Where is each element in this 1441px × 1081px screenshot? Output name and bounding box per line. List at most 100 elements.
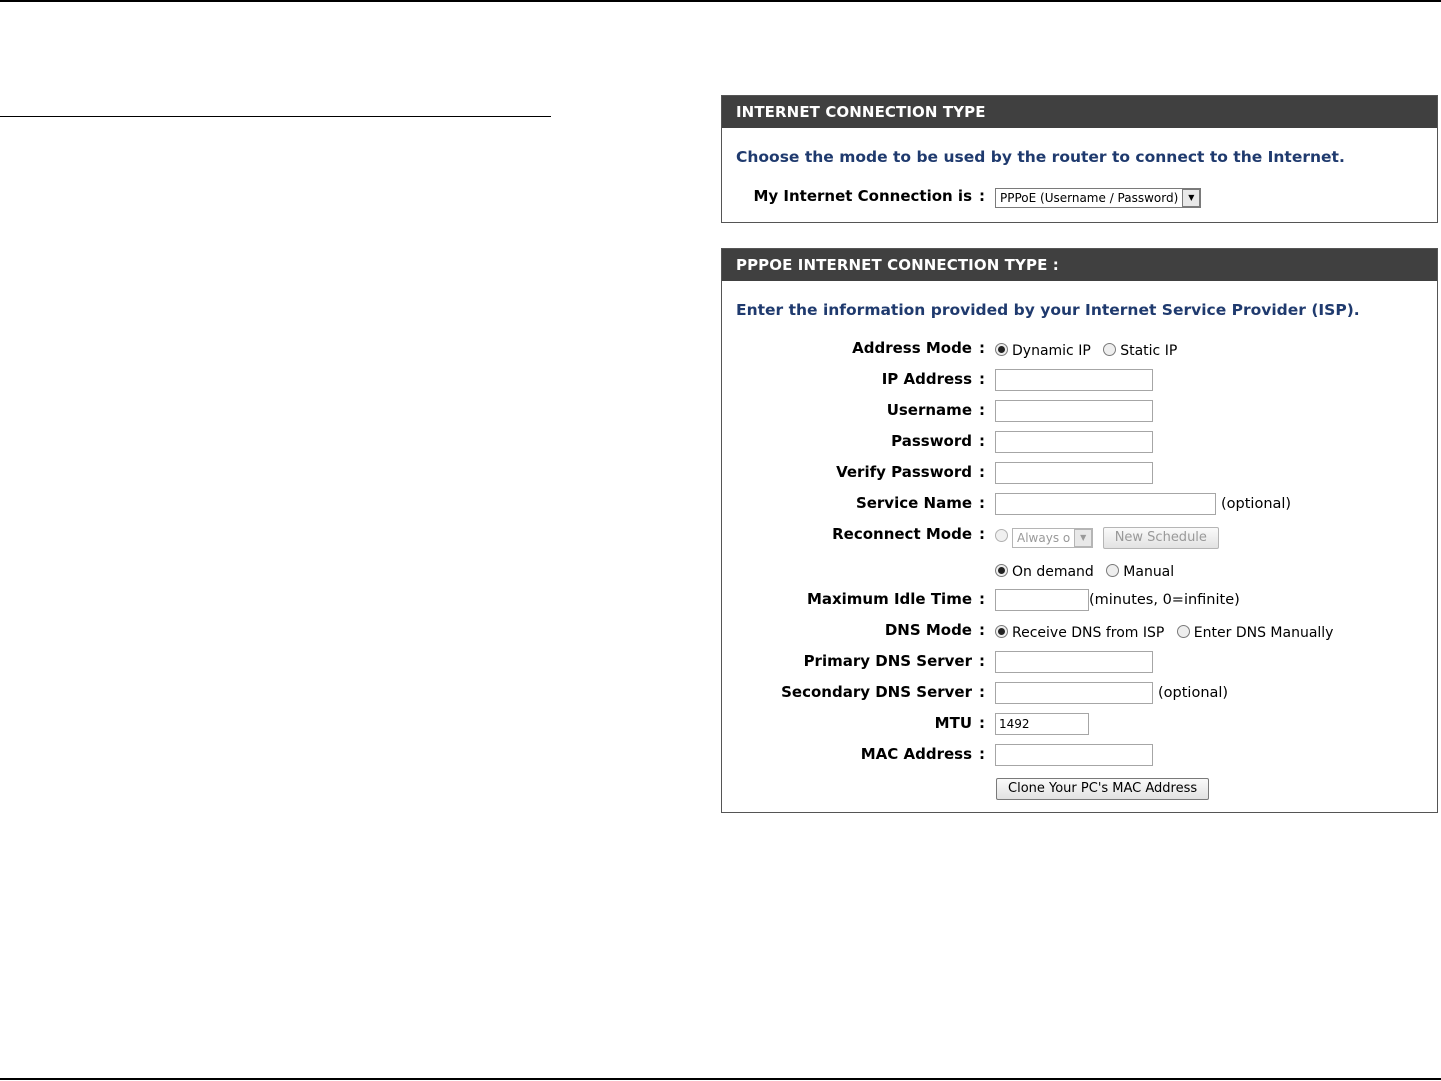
colon: : <box>979 621 985 639</box>
colon: : <box>979 187 985 205</box>
colon: : <box>979 590 985 608</box>
verify-password-row: Verify Password : <box>722 462 1437 489</box>
mac-address-row: MAC Address : <box>722 744 1437 771</box>
static-ip-label: Static IP <box>1120 343 1178 359</box>
internet-connection-type-panel: INTERNET CONNECTION TYPE Choose the mode… <box>721 95 1438 223</box>
dns-mode-row: DNS Mode : Receive DNS from ISP Enter DN… <box>722 621 1437 647</box>
ip-address-row: IP Address : <box>722 369 1437 396</box>
colon: : <box>979 525 985 543</box>
colon: : <box>979 494 985 512</box>
address-mode-field: Dynamic IP Static IP <box>995 343 1177 359</box>
colon: : <box>979 683 985 701</box>
password-label: Password <box>891 432 972 450</box>
mtu-field: 1492 <box>995 713 1089 735</box>
service-name-row: Service Name : (optional) <box>722 493 1437 520</box>
schedule-value: Always o <box>1017 531 1071 545</box>
mac-address-input[interactable] <box>995 744 1153 766</box>
address-mode-row: Address Mode : Dynamic IP Static IP <box>722 339 1437 365</box>
ip-address-field <box>995 369 1153 391</box>
optional-note: (optional) <box>1158 685 1229 701</box>
colon: : <box>979 745 985 763</box>
connection-label: My Internet Connection is <box>753 187 973 205</box>
bottom-rule <box>0 1078 1441 1080</box>
ip-address-input[interactable] <box>995 369 1153 391</box>
max-idle-time-label: Maximum Idle Time <box>806 590 972 608</box>
username-input[interactable] <box>995 400 1153 422</box>
connection-type-select[interactable]: PPPoE (Username / Password) ▼ <box>995 188 1202 208</box>
on-demand-radio[interactable] <box>995 564 1008 577</box>
panel-intro: Enter the information provided by your I… <box>736 301 1360 319</box>
dynamic-ip-label: Dynamic IP <box>1012 343 1091 359</box>
colon: : <box>979 370 985 388</box>
secondary-dns-row: Secondary DNS Server : (optional) <box>722 682 1437 709</box>
top-rule <box>0 0 1441 2</box>
username-row: Username : <box>722 400 1437 427</box>
on-demand-label: On demand <box>1012 564 1094 580</box>
mtu-input[interactable]: 1492 <box>995 713 1089 735</box>
static-ip-radio[interactable] <box>1103 343 1117 356</box>
dns-mode-field: Receive DNS from ISP Enter DNS Manually <box>995 625 1333 641</box>
reconnect-schedule-field: Always o ▼ New Schedule <box>995 527 1219 550</box>
manual-radio[interactable] <box>1106 564 1120 577</box>
clone-mac-field: Clone Your PC's MAC Address <box>996 778 1210 800</box>
reconnect-options-row: On demand Manual <box>722 560 1437 586</box>
chevron-down-icon[interactable]: ▼ <box>1182 189 1201 207</box>
mtu-label: MTU <box>934 714 972 732</box>
primary-dns-field <box>995 651 1153 673</box>
colon: : <box>979 432 985 450</box>
reconnect-mode-label: Reconnect Mode <box>832 525 972 543</box>
primary-dns-label: Primary DNS Server <box>803 652 972 670</box>
manual-label: Manual <box>1123 564 1175 580</box>
address-mode-label: Address Mode <box>852 339 972 357</box>
schedule-select[interactable]: Always o ▼ <box>1012 528 1094 548</box>
password-row: Password : <box>722 431 1437 458</box>
mac-address-label: MAC Address <box>860 745 972 763</box>
panel-intro: Choose the mode to be used by the router… <box>736 148 1345 166</box>
colon: : <box>979 339 985 357</box>
clone-mac-row: Clone Your PC's MAC Address <box>722 778 1437 804</box>
mac-address-field <box>995 744 1153 766</box>
new-schedule-button[interactable]: New Schedule <box>1102 527 1219 549</box>
colon: : <box>979 652 985 670</box>
service-name-input[interactable] <box>995 493 1216 515</box>
dynamic-ip-radio[interactable] <box>995 343 1008 356</box>
clone-mac-button[interactable]: Clone Your PC's MAC Address <box>996 778 1210 800</box>
receive-dns-label: Receive DNS from ISP <box>1012 625 1165 641</box>
manual-dns-radio[interactable] <box>1176 625 1190 638</box>
mtu-row: MTU : 1492 <box>722 713 1437 740</box>
service-name-field: (optional) <box>995 493 1291 515</box>
panel-header: PPPOE INTERNET CONNECTION TYPE : <box>722 249 1437 281</box>
reconnect-mode-row: Reconnect Mode : Always o ▼ New Schedule <box>722 525 1437 551</box>
password-field <box>995 431 1153 453</box>
secondary-dns-label: Secondary DNS Server <box>781 683 972 701</box>
connection-type-value: PPPoE (Username / Password) <box>1000 191 1179 205</box>
primary-dns-row: Primary DNS Server : <box>722 651 1437 678</box>
max-idle-time-row: Maximum Idle Time : (minutes, 0=infinite… <box>722 589 1437 616</box>
max-idle-time-input[interactable] <box>995 589 1089 611</box>
primary-dns-input[interactable] <box>995 651 1153 673</box>
verify-password-input[interactable] <box>995 462 1153 484</box>
optional-note: (optional) <box>1221 496 1292 512</box>
reconnect-options-field: On demand Manual <box>995 564 1174 580</box>
max-idle-time-field: (minutes, 0=infinite) <box>995 589 1240 611</box>
dns-mode-label: DNS Mode <box>884 621 972 639</box>
colon: : <box>979 463 985 481</box>
verify-password-field <box>995 462 1153 484</box>
always-on-radio[interactable] <box>995 529 1008 542</box>
password-input[interactable] <box>995 431 1153 453</box>
receive-dns-radio[interactable] <box>995 625 1008 638</box>
secondary-dns-field: (optional) <box>995 682 1228 704</box>
colon: : <box>979 714 985 732</box>
colon: : <box>979 401 985 419</box>
username-label: Username <box>886 401 972 419</box>
verify-password-label: Verify Password <box>836 463 972 481</box>
service-name-label: Service Name <box>855 494 972 512</box>
ip-address-label: IP Address <box>881 370 972 388</box>
panel-header: INTERNET CONNECTION TYPE <box>722 96 1437 128</box>
chevron-down-icon[interactable]: ▼ <box>1074 529 1093 547</box>
pppoe-connection-panel: PPPOE INTERNET CONNECTION TYPE : Enter t… <box>721 248 1438 813</box>
secondary-dns-input[interactable] <box>995 682 1153 704</box>
connection-row: My Internet Connection is : PPPoE (Usern… <box>722 187 1437 213</box>
connection-field: PPPoE (Username / Password) ▼ <box>995 187 1202 208</box>
left-rule <box>0 116 551 117</box>
